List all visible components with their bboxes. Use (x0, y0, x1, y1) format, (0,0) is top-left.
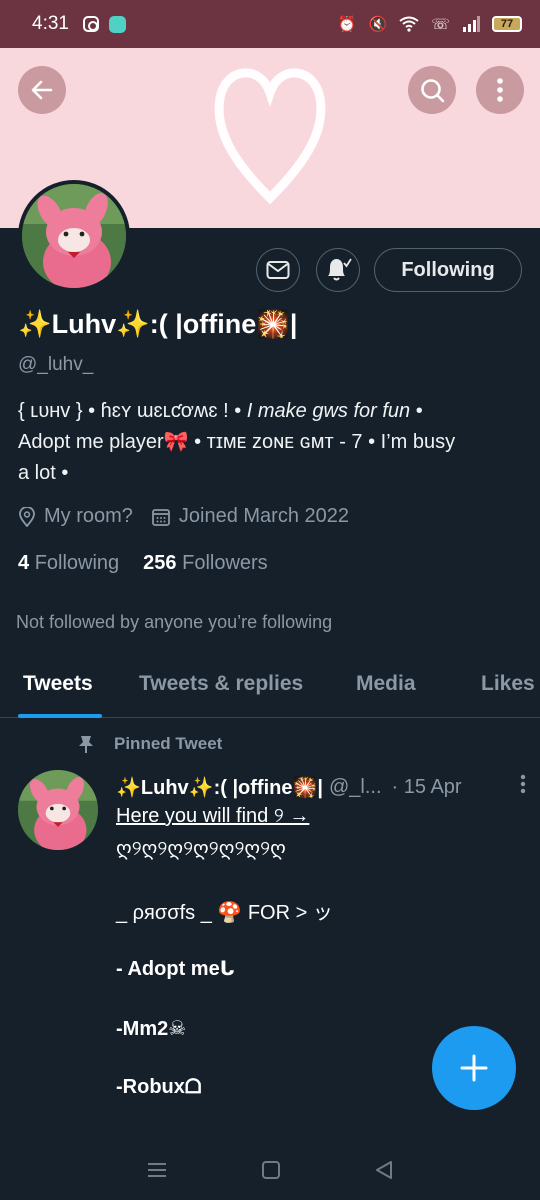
bio-text-c: • (410, 400, 423, 422)
tab-likes[interactable]: Likes (481, 672, 535, 696)
not-followed-note: Not followed by anyone you’re following (16, 612, 333, 632)
tweet-line-5: -Mm2☠ (116, 1018, 187, 1040)
location-text: My room? (44, 505, 133, 527)
profile-tabs: Tweets Tweets & replies Media Likes (0, 664, 540, 718)
alarm-icon: ⏰ (337, 16, 357, 33)
following-button[interactable]: Following (374, 248, 522, 292)
message-button[interactable] (256, 248, 300, 292)
status-time: 4:31 (32, 13, 69, 34)
search-button[interactable] (408, 66, 456, 114)
bio-text-italic: I make gws for fun (246, 400, 411, 422)
bio-line-3: a lot • (18, 462, 69, 484)
profile-meta: My room? Joined March 2022 (18, 505, 349, 528)
tweet-author-name[interactable]: ✨Luhv✨:( |offine🎇| (116, 775, 323, 800)
display-name: ✨Luhv✨:( |offine🎇| (18, 309, 298, 339)
tweet-more-button[interactable] (520, 774, 526, 800)
recent-apps-icon[interactable] (146, 1161, 168, 1179)
bell-check-icon (328, 258, 352, 281)
call-icon: ☏ (431, 16, 450, 33)
tweet-line-1: Here you will find ୨ → (116, 805, 310, 827)
follow-stats: 4 Following 256 Followers (18, 552, 268, 575)
bio-text-a: { ʟᴜʜᴠ } • ɦɛʏ ɯɛʟƈơʍɛ ! • (18, 400, 247, 422)
pin-icon (79, 736, 93, 753)
tweet-line-2: ღ୨ღ୨ღ୨ღ୨ღ୨ღ୨ღ (116, 838, 286, 860)
following-label: Following (34, 552, 120, 574)
tweet-author-handle: @_l... (328, 775, 382, 798)
joined-text: Joined March 2022 (178, 505, 350, 527)
back-arrow-icon (31, 80, 53, 100)
profile-avatar[interactable] (18, 180, 130, 292)
pinned-indicator: Pinned Tweet (76, 734, 222, 754)
tab-media[interactable]: Media (356, 672, 416, 696)
home-icon[interactable] (261, 1160, 281, 1180)
pinned-label: Pinned Tweet (114, 734, 223, 753)
search-icon (421, 79, 445, 103)
followers-count: 256 (143, 552, 177, 574)
mute-icon: 🔇 (368, 16, 388, 33)
envelope-icon (266, 261, 290, 279)
more-vertical-icon (497, 78, 503, 102)
bio-line-2: Adopt me player🎀 • ᴛɪᴍᴇ ᴢᴏɴᴇ ɢᴍᴛ - 7 • I… (18, 431, 456, 453)
tweet-avatar[interactable] (18, 770, 98, 850)
tweet-line-3: _ ρяσσfs _ 🍄 FOR > ッ (116, 902, 333, 924)
tab-tweets-replies[interactable]: Tweets & replies (139, 672, 303, 696)
battery-icon: 77 (492, 16, 522, 32)
followers-label: Followers (182, 552, 268, 574)
tab-tweets[interactable]: Tweets (23, 672, 93, 696)
more-vertical-icon (520, 774, 526, 794)
plus-icon (460, 1054, 488, 1082)
profile-handle: @_luhv_ (18, 354, 94, 375)
tweet-header: ✨Luhv✨:( |offine🎇| @_l... · 15 Apr (116, 774, 526, 800)
app-icon (108, 15, 126, 33)
system-nav-bar (0, 1140, 540, 1200)
following-link[interactable]: 4 Following (18, 552, 119, 575)
tweet-line-4: - Adopt meᒐ (116, 958, 235, 980)
profile-bio: { ʟᴜʜᴠ } • ɦɛʏ ɯɛʟƈơʍɛ ! • I make gws fo… (18, 396, 528, 489)
tweet-line-6: -Robuxᗝ (116, 1076, 202, 1098)
back-icon[interactable] (374, 1160, 394, 1180)
avatar-image (18, 770, 98, 850)
heart-image (214, 68, 326, 205)
tweet-date: · 15 Apr (391, 775, 462, 798)
instagram-icon (82, 16, 99, 32)
following-count: 4 (18, 552, 30, 574)
calendar-icon (152, 508, 170, 526)
location-pin-icon (19, 506, 35, 527)
compose-tweet-button[interactable] (432, 1026, 516, 1110)
back-button[interactable] (18, 66, 66, 114)
active-tab-indicator (18, 714, 102, 718)
followers-link[interactable]: 256 Followers (143, 552, 268, 575)
avatar-image (22, 184, 126, 288)
status-bar: 4:31 ⏰ 🔇 ☏ 77 (0, 0, 540, 48)
notifications-button[interactable] (316, 248, 360, 292)
more-button[interactable] (476, 66, 524, 114)
wifi-icon (399, 16, 419, 32)
signal-icon (463, 16, 480, 32)
